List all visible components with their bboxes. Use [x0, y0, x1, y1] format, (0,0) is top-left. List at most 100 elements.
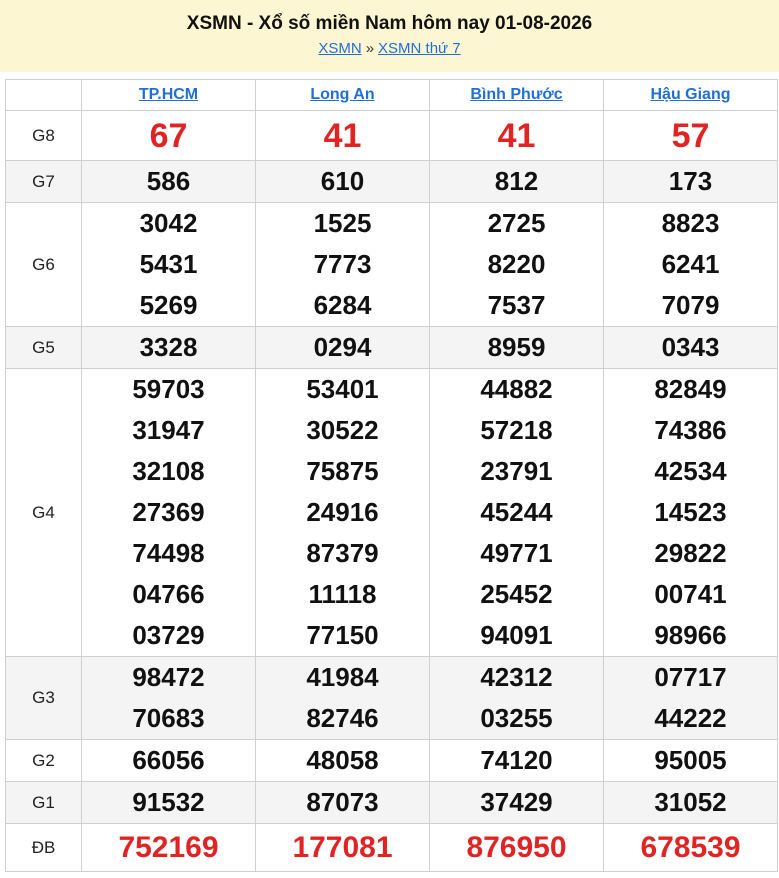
prize-number: 41 [323, 116, 362, 155]
prize-number: 95005 [654, 745, 727, 775]
prize-number: 42534 [654, 456, 727, 486]
province-link-hau-giang[interactable]: Hậu Giang [650, 86, 730, 103]
prize-row: G3 98472 70683 41984 82746 42312 03255 07717 442… [5, 656, 778, 740]
prize-cell: 48058 [255, 739, 430, 782]
prize-number: 610 [320, 166, 365, 196]
prize-number: 5431 [139, 249, 198, 279]
prize-cell: 98472 70683 [81, 656, 256, 740]
prize-number: 98966 [654, 620, 727, 650]
province-link-tphcm[interactable]: TP.HCM [139, 86, 198, 103]
prize-number: 7079 [661, 290, 720, 320]
province-header-row: TP.HCM Long An Bình Phước Hậu Giang [5, 79, 778, 111]
prize-number: 2725 [487, 208, 546, 238]
prize-cell: 876950 [429, 823, 604, 872]
prize-cell: 812 [429, 160, 604, 203]
prize-cell: 0343 [603, 326, 778, 369]
prize-row: G5 3328 0294 8959 0343 [5, 326, 778, 369]
prize-number: 44882 [480, 374, 553, 404]
prize-number: 59703 [132, 374, 205, 404]
prize-number: 03255 [480, 703, 553, 733]
prize-number: 173 [668, 166, 713, 196]
prize-number: 74120 [480, 745, 553, 775]
prize-body: G8 67 41 41 57 G7 586 610 812 173 G6 3042 5431 5269 15… [5, 110, 778, 872]
prize-number: 45244 [480, 497, 553, 527]
prize-number: 66056 [132, 745, 205, 775]
prize-cell: 53401 30522 75875 24916 87379 11118 77150 [255, 368, 430, 657]
prize-cell: 95005 [603, 739, 778, 782]
prize-cell: 8959 [429, 326, 604, 369]
corner-cell [5, 79, 82, 111]
breadcrumb-xsmn-thu7-link[interactable]: XSMN thứ 7 [378, 40, 461, 57]
prize-label: G7 [5, 160, 82, 203]
prize-cell: 3042 5431 5269 [81, 202, 256, 327]
prize-number: 49771 [480, 538, 553, 568]
prize-number: 53401 [306, 374, 379, 404]
province-link-binh-phuoc[interactable]: Bình Phước [470, 86, 562, 103]
prize-cell: 37429 [429, 781, 604, 824]
prize-cell: 91532 [81, 781, 256, 824]
prize-row: G8 67 41 41 57 [5, 110, 778, 161]
prize-label: G6 [5, 202, 82, 327]
prize-number: 11118 [308, 579, 377, 609]
breadcrumb: XSMN» XSMN thứ 7 [0, 40, 779, 58]
prize-number: 74498 [132, 538, 205, 568]
prize-cell: 41 [429, 110, 604, 161]
prize-number: 42312 [480, 662, 553, 692]
prize-number: 752169 [118, 830, 219, 864]
prize-number: 29822 [654, 538, 727, 568]
prize-number: 8959 [487, 332, 546, 362]
prize-number: 31947 [132, 415, 205, 445]
prize-cell: 82849 74386 42534 14523 29822 00741 98966 [603, 368, 778, 657]
prize-number: 6241 [661, 249, 720, 279]
prize-number: 04766 [132, 579, 205, 609]
prize-number: 44222 [654, 703, 727, 733]
prize-number: 678539 [640, 830, 741, 864]
prize-number: 32108 [132, 456, 205, 486]
prize-number: 74386 [654, 415, 727, 445]
prize-row: G4 59703 31947 32108 27369 74498 04766 03729 534… [5, 368, 778, 657]
province-header-cell: Long An [255, 79, 430, 111]
prize-number: 03729 [132, 620, 205, 650]
prize-number: 8823 [661, 208, 720, 238]
province-header-cell: Bình Phước [429, 79, 604, 111]
prize-cell: 8823 6241 7079 [603, 202, 778, 327]
prize-cell: 0294 [255, 326, 430, 369]
prize-label: ĐB [5, 823, 82, 872]
prize-label: G8 [5, 110, 82, 161]
prize-cell: 42312 03255 [429, 656, 604, 740]
prize-number: 14523 [654, 497, 727, 527]
prize-number: 23791 [480, 456, 553, 486]
prize-number: 82746 [306, 703, 379, 733]
prize-cell: 74120 [429, 739, 604, 782]
prize-number: 37429 [480, 787, 553, 817]
prize-number: 25452 [480, 579, 553, 609]
breadcrumb-xsmn-link[interactable]: XSMN [318, 40, 361, 57]
prize-row: G2 66056 48058 74120 95005 [5, 739, 778, 782]
prize-label: G2 [5, 739, 82, 782]
prize-number: 27369 [132, 497, 205, 527]
prize-number: 6284 [313, 290, 372, 320]
prize-number: 8220 [487, 249, 546, 279]
prize-number: 91532 [132, 787, 205, 817]
prize-cell: 610 [255, 160, 430, 203]
prize-cell: 41 [255, 110, 430, 161]
prize-label: G5 [5, 326, 82, 369]
prize-cell: 173 [603, 160, 778, 203]
prize-row: ĐB 752169 177081 876950 678539 [5, 823, 778, 872]
prize-number: 3042 [139, 208, 198, 238]
prize-cell: 07717 44222 [603, 656, 778, 740]
prize-number: 75875 [306, 456, 379, 486]
prize-number: 94091 [480, 620, 553, 650]
prize-cell: 2725 8220 7537 [429, 202, 604, 327]
prize-number: 07717 [654, 662, 727, 692]
breadcrumb-separator: » [365, 40, 375, 57]
prize-cell: 31052 [603, 781, 778, 824]
prize-cell: 66056 [81, 739, 256, 782]
prize-number: 5269 [139, 290, 198, 320]
province-header-cell: Hậu Giang [603, 79, 778, 111]
prize-number: 586 [146, 166, 191, 196]
prize-number: 177081 [292, 830, 393, 864]
province-link-long-an[interactable]: Long An [310, 86, 374, 103]
prize-number: 57 [671, 116, 710, 155]
prize-number: 0294 [313, 332, 372, 362]
